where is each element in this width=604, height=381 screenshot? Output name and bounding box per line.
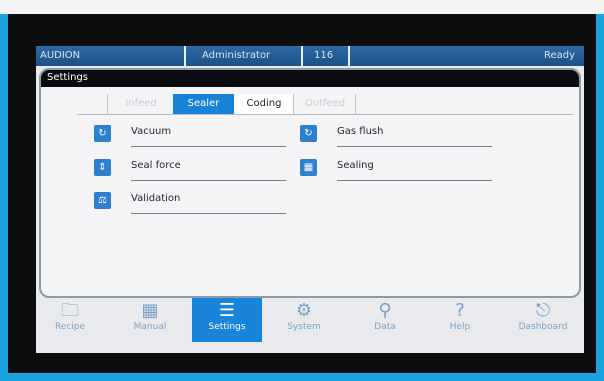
setting-underline — [131, 213, 286, 214]
sealing-icon: ▦ — [300, 159, 317, 176]
gas-flush-icon: ↻ — [300, 125, 317, 142]
question-icon: ? — [455, 300, 465, 321]
panel-title: Settings — [47, 72, 89, 83]
setting-label: Gas flush — [337, 126, 384, 137]
setting-label: Vacuum — [131, 126, 172, 137]
panel-title-bar: Settings — [41, 70, 579, 87]
tab-coding[interactable]: Coding — [235, 94, 293, 114]
power-icon: ⎋ — [535, 300, 551, 321]
nav-manual[interactable]: ▦ Manual — [118, 298, 182, 342]
nav-label: Help — [449, 322, 471, 332]
setting-label: Sealing — [337, 160, 374, 171]
setting-label: Validation — [131, 193, 181, 204]
status-separator — [348, 46, 350, 66]
setting-underline — [131, 180, 286, 181]
gears-icon: ⚙ — [295, 300, 313, 321]
status-separator — [301, 46, 303, 66]
setting-vacuum[interactable]: ↻ Vacuum — [94, 122, 294, 148]
setting-gas-flush[interactable]: ↻ Gas flush — [300, 122, 500, 148]
tab-divider — [293, 94, 294, 114]
tab-infeed[interactable]: Infeed — [109, 94, 173, 114]
nav-system[interactable]: ⚙ System — [272, 298, 336, 342]
setting-underline — [337, 146, 492, 147]
status-bar: AUDION Administrator 116 Ready — [36, 46, 584, 66]
frame-bottom — [0, 373, 604, 381]
vacuum-icon: ↻ — [94, 125, 111, 142]
setting-sealing[interactable]: ▦ Sealing — [300, 156, 500, 182]
nav-recipe[interactable]: 🗀 Recipe — [38, 298, 102, 342]
status-separator — [184, 46, 186, 66]
magnifier-icon: ⚲ — [378, 300, 392, 321]
settings-panel: Settings Infeed Sealer Coding Outfeed ↻ … — [39, 68, 581, 298]
frame-top — [0, 0, 604, 14]
nav-data[interactable]: ⚲ Data — [353, 298, 417, 342]
nav-label: Dashboard — [518, 322, 568, 332]
nav-label: System — [287, 322, 321, 332]
list-icon: ☰ — [218, 300, 236, 321]
tab-sealer[interactable]: Sealer — [173, 94, 234, 114]
nav-help[interactable]: ? Help — [428, 298, 492, 342]
setting-seal-force[interactable]: ⇕ Seal force — [94, 156, 294, 182]
tab-divider — [107, 94, 108, 114]
bottom-nav: 🗀 Recipe ▦ Manual ☰ Settings ⚙ System ⚲ … — [36, 298, 584, 353]
nav-dashboard[interactable]: ⎋ Dashboard — [506, 298, 580, 342]
tab-divider — [355, 94, 356, 114]
seal-force-icon: ⇕ — [94, 159, 111, 176]
touch-screen: AUDION Administrator 116 Ready Settings … — [36, 46, 584, 353]
status-state: Ready — [544, 50, 576, 61]
user-label[interactable]: Administrator — [202, 50, 270, 61]
keypad-icon: ▦ — [141, 300, 159, 321]
code-label: 116 — [314, 50, 334, 61]
validation-icon: ⚖ — [94, 192, 111, 209]
setting-underline — [131, 146, 286, 147]
tab-outfeed[interactable]: Outfeed — [295, 94, 355, 114]
setting-validation[interactable]: ⚖ Validation — [94, 189, 294, 215]
folder-icon: 🗀 — [61, 300, 79, 321]
brand-label: AUDION — [40, 50, 81, 61]
setting-label: Seal force — [131, 160, 181, 171]
nav-label: Recipe — [54, 322, 86, 332]
tab-underline — [77, 114, 573, 115]
nav-label: Data — [374, 322, 396, 332]
frame-right — [596, 14, 604, 381]
setting-underline — [337, 180, 492, 181]
nav-settings[interactable]: ☰ Settings — [192, 298, 262, 342]
frame-left — [0, 14, 8, 381]
nav-label: Manual — [133, 322, 167, 332]
nav-label: Settings — [208, 322, 246, 332]
